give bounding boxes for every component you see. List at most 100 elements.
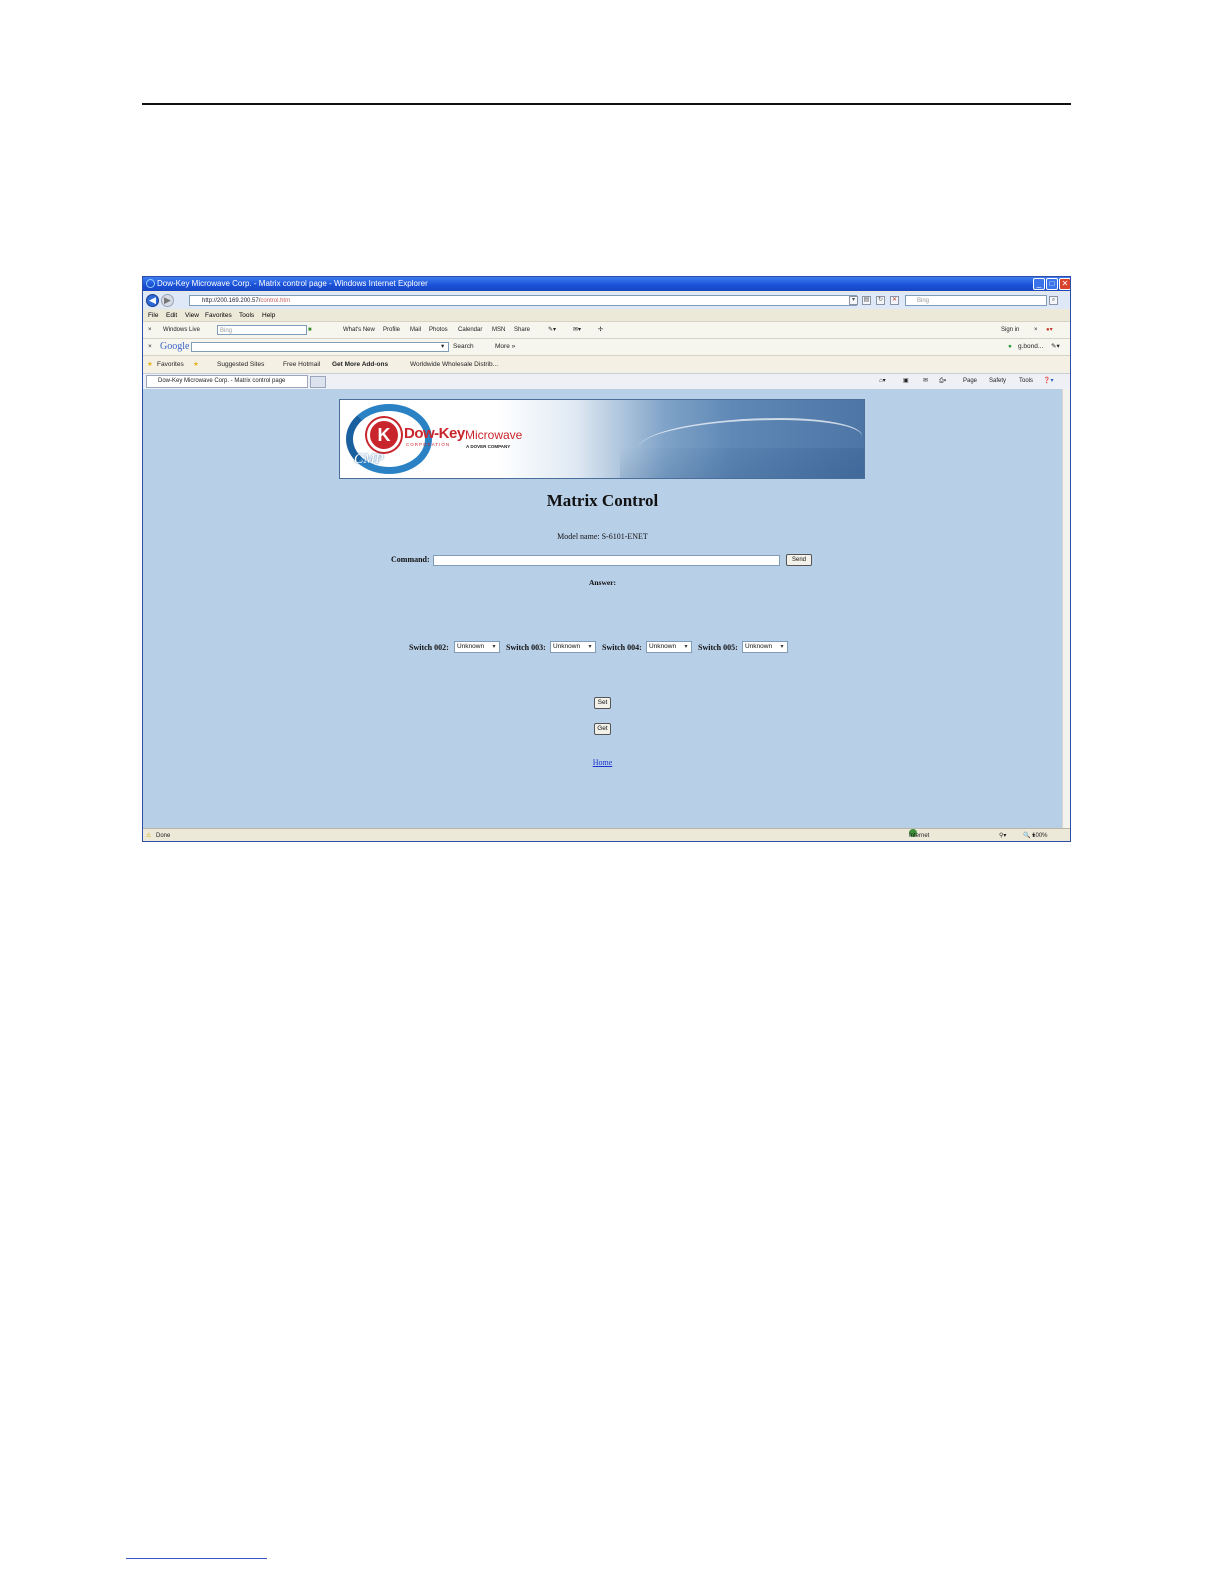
live-menu-icon[interactable]: ●▾ [1046,322,1053,338]
dow-key-logo-icon: K [367,418,401,452]
switch-002-label: Switch 002: [409,643,449,652]
close-toolbar-icon[interactable]: × [148,322,152,338]
send-button[interactable]: Send [786,554,812,566]
fav-worldwide-wholesale[interactable]: Worldwide Wholesale Distrib... [410,356,498,373]
banner-dover: A DOVER COMPANY [466,444,511,449]
feeds-icon[interactable]: ▣ [903,374,909,389]
google-toolbar: × Google ▾ Search More » ● g.bond... ✎▾ [143,338,1070,355]
command-label: Command: [391,555,430,564]
menu-favorites[interactable]: Favorites [205,310,232,321]
banner-brand-microwave: Microwave [465,428,523,442]
refresh-icon[interactable]: ↻ [876,296,885,305]
live-link-calendar[interactable]: Calendar [458,322,482,338]
star-icon: ★ [147,361,153,368]
google-logo[interactable]: Google [160,339,189,355]
menu-help[interactable]: Help [262,310,275,321]
title-bar: Dow-Key Microwave Corp. - Matrix control… [143,277,1070,291]
tools-menu[interactable]: Tools [1019,374,1033,389]
status-text: Done [156,833,171,839]
mail-icon[interactable]: ✉ [923,374,928,389]
live-search-go-icon[interactable]: ■ [308,322,312,338]
live-link-photos[interactable]: Photos [429,322,448,338]
windows-live-brand[interactable]: Windows Live [163,322,200,338]
page-title: Matrix Control [546,491,659,510]
live-link-whats-new[interactable]: What's New [343,322,375,338]
close-toolbar-icon[interactable]: × [148,339,152,355]
minimize-button[interactable]: _ [1033,278,1045,290]
favorites-button[interactable]: Favorites [157,356,184,373]
set-button[interactable]: Set [594,697,611,709]
google-search-button[interactable]: Search [453,339,474,355]
menu-tools[interactable]: Tools [239,310,254,321]
print-icon[interactable]: ⎙▾ [939,374,946,389]
vertical-scrollbar[interactable] [1062,389,1070,828]
fav-free-hotmail[interactable]: Free Hotmail [283,356,320,373]
status-dot-icon: ● [1008,343,1012,350]
web-search-input[interactable]: Bing [905,295,1047,306]
live-link-profile[interactable]: Profile [383,322,400,338]
answer-label: Answer: [588,578,617,587]
live-search-input[interactable]: Bing [217,325,307,335]
home-link[interactable]: Home [143,758,1062,767]
fav-get-more-addons[interactable]: Get More Add-ons [332,356,388,373]
back-arrow-icon[interactable]: ◀ [146,294,159,307]
live-link-msn[interactable]: MSN [492,322,505,338]
switch-002-select[interactable]: Unknown ▾ [454,641,500,653]
chevron-down-icon: ▾ [780,644,784,650]
tab-row: Dow-Key Microwave Corp. - Matrix control… [143,373,1070,389]
compat-view-icon[interactable]: ▤ [862,296,871,305]
menu-view[interactable]: View [185,310,199,321]
stop-icon[interactable]: ✕ [890,296,899,305]
dropdown-arrow-icon[interactable]: ▾ [849,296,858,305]
dow-key-banner: K CMP Dow-Key Microwave CORPORATION A DO… [339,399,865,479]
fav-suggested-sites[interactable]: Suggested Sites [217,356,264,373]
close-button[interactable]: ✕ [1059,278,1070,290]
protected-mode-icon[interactable]: ⚲▾ [999,829,1006,841]
live-link-share[interactable]: Share [514,322,530,338]
menu-file[interactable]: File [148,310,158,321]
google-user[interactable]: g.bond... [1018,339,1043,355]
search-icon[interactable]: ⌕ [1049,296,1058,305]
banner-cmp: CMP [354,452,384,467]
url-host: http://200.169.200.57/ [202,298,261,304]
google-dropdown-icon[interactable]: ▾ [441,339,444,355]
switch-004-select[interactable]: Unknown ▾ [646,641,692,653]
maximize-button[interactable]: □ [1046,278,1058,290]
add-favorite-icon[interactable]: ★ [193,356,199,373]
settings-icon[interactable]: ✢ [598,322,603,338]
google-search-input[interactable] [191,342,449,352]
forward-arrow-icon[interactable]: ▶ [161,294,174,307]
get-button[interactable]: Get [594,723,611,735]
wrench-icon[interactable]: ✎▾ [1051,339,1060,355]
sign-in-link[interactable]: Sign in [1001,322,1019,338]
browser-window: Dow-Key Microwave Corp. - Matrix control… [142,276,1071,842]
document-top-rule [142,103,1071,105]
ie-icon [146,279,155,288]
banner-corporation: CORPORATION [406,442,451,447]
google-more-button[interactable]: More » [495,339,515,355]
banner-brand: Dow-Key [404,425,465,442]
safety-menu[interactable]: Safety [989,374,1006,389]
menu-edit[interactable]: Edit [166,310,177,321]
url-input[interactable]: http://200.169.200.57/control.htm [189,295,857,306]
zoom-control[interactable]: 🔍 100% ▾ [1023,829,1048,841]
page-menu[interactable]: Page [963,374,977,389]
switch-003-select[interactable]: Unknown ▾ [550,641,596,653]
home-icon[interactable]: ⌂▾ [879,374,886,389]
chevron-down-icon: ▾ [588,644,592,650]
water-graphic [620,448,864,478]
windows-live-toolbar: × Windows Live Bing ■ What's New Profile… [143,321,1070,338]
live-link-mail[interactable]: Mail [410,322,421,338]
close-icon[interactable]: × [1034,322,1038,338]
command-input[interactable] [433,555,780,566]
tab-matrix-control[interactable]: Dow-Key Microwave Corp. - Matrix control… [146,375,308,388]
warning-icon: ⚠ [146,833,152,839]
pen-icon[interactable]: ✎▾ [548,322,556,338]
switch-003-label: Switch 003: [506,643,546,652]
footnote-rule [126,1558,267,1559]
switch-005-select[interactable]: Unknown ▾ [742,641,788,653]
mail-icon[interactable]: ✉▾ [573,322,581,338]
menu-bar: File Edit View Favorites Tools Help [143,310,1070,321]
new-tab-button[interactable] [310,376,326,388]
help-icon[interactable]: ❓▾ [1043,374,1053,389]
